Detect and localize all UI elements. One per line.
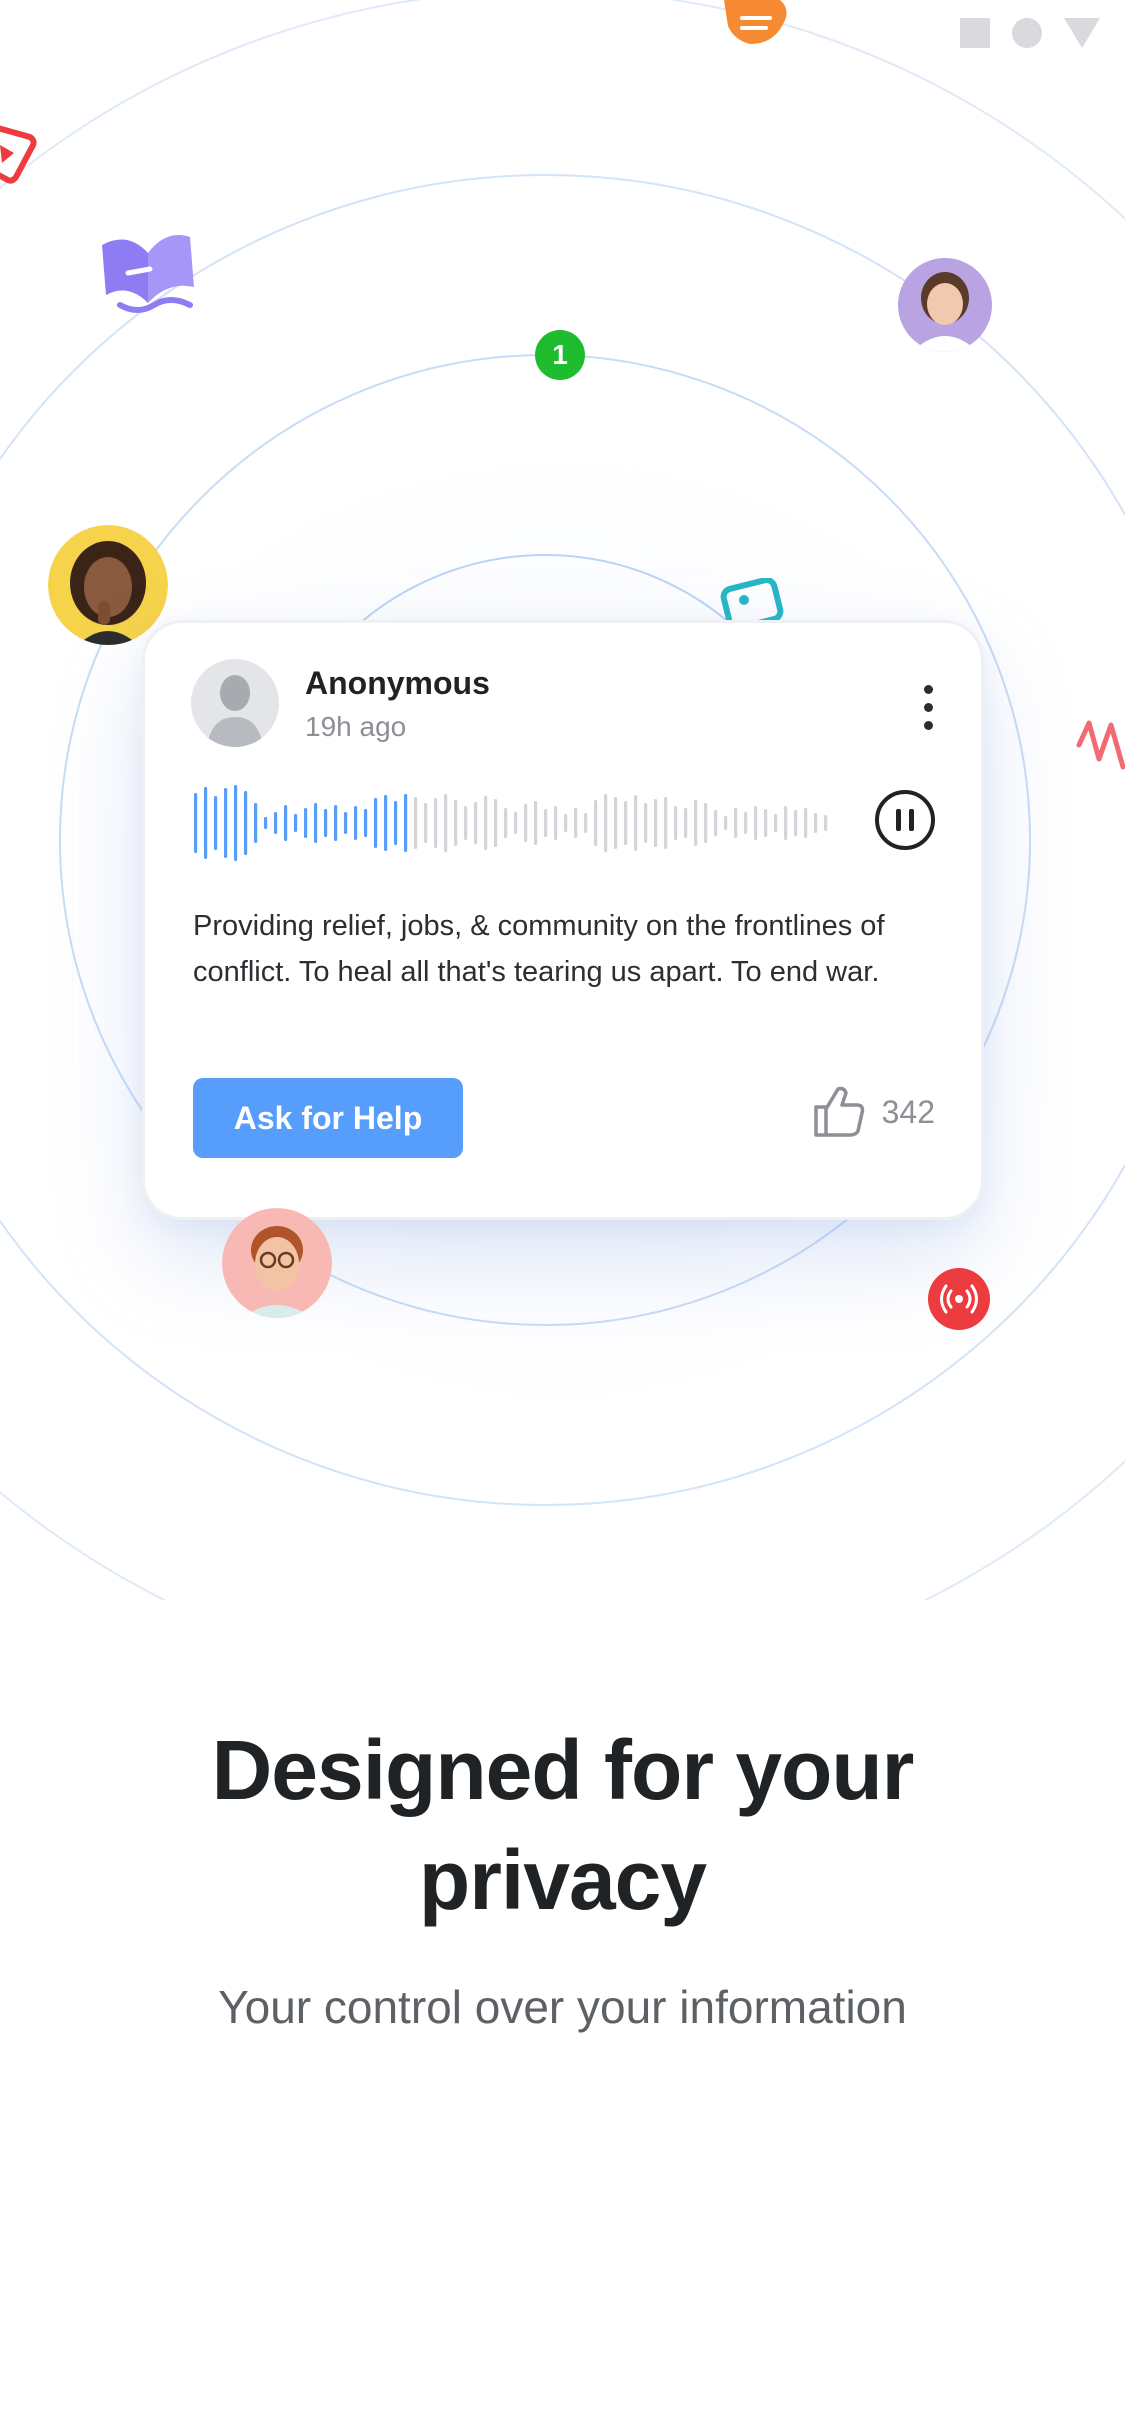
waveform-bar <box>344 812 348 834</box>
waveform-bar <box>264 817 268 829</box>
waveform-bar <box>734 808 738 838</box>
video-play-icon <box>0 125 37 184</box>
waveform-bar <box>754 806 758 840</box>
waveform-bar <box>684 808 688 838</box>
pause-button[interactable] <box>875 790 935 850</box>
waveform-bar <box>374 798 378 848</box>
avatar-woman-purple <box>898 258 992 352</box>
waveform-bar <box>584 813 588 833</box>
waveform-bar <box>324 809 328 837</box>
waveform-bar <box>534 801 538 845</box>
waveform-bar <box>614 797 618 849</box>
waveform-bar <box>224 788 228 858</box>
waveform-bar <box>314 803 318 843</box>
title-line-1: Designed for your <box>211 1723 915 1817</box>
waveform-bar <box>234 785 238 861</box>
waveform-bar <box>604 794 608 852</box>
waveform-bar <box>714 810 718 836</box>
more-options-icon[interactable] <box>924 685 933 730</box>
waveform-bar <box>544 809 548 837</box>
waveform-bar <box>744 812 748 834</box>
waveform-bar <box>244 791 248 855</box>
waveform-bar <box>594 800 598 846</box>
waveform-bar <box>774 814 778 832</box>
onboarding-title: Designed for your privacy <box>0 1715 1125 1935</box>
waveform-bar <box>634 795 638 851</box>
notification-count-badge: 1 <box>535 330 585 380</box>
waveform-bar <box>254 803 258 843</box>
anonymous-avatar <box>191 659 279 747</box>
pause-bar-left <box>896 809 901 831</box>
photo-icon <box>720 578 784 622</box>
scribble-icon <box>1076 720 1125 770</box>
ask-for-help-button[interactable]: Ask for Help <box>193 1078 463 1158</box>
waveform-bar <box>574 808 578 838</box>
waveform-bar <box>434 798 438 848</box>
thumbs-up-hand-icon <box>724 0 787 44</box>
post-timestamp: 19h ago <box>305 711 407 742</box>
waveform-bar <box>524 804 528 842</box>
waveform-bar <box>334 805 338 841</box>
waveform-bar <box>664 797 668 849</box>
waveform-bar <box>624 801 628 845</box>
waveform-bar <box>724 816 728 830</box>
waveform-bar <box>454 800 458 846</box>
waveform-bar <box>814 813 818 833</box>
post-body: Providing relief, jobs, & community on t… <box>193 910 885 988</box>
system-status-icons <box>960 18 1100 48</box>
waveform-bar <box>294 814 298 832</box>
waveform-bar <box>644 803 648 843</box>
waveform-bar <box>464 806 468 840</box>
waveform-bar <box>394 801 398 845</box>
waveform-bar <box>354 806 358 840</box>
waveform-bar <box>784 806 788 840</box>
waveform-bar <box>804 808 808 838</box>
waveform-bar <box>504 808 508 838</box>
square-icon <box>960 18 990 48</box>
waveform-bar <box>274 812 278 834</box>
waveform-bar <box>194 793 198 853</box>
post-author: Anonymous <box>305 665 490 701</box>
waveform-bar <box>674 806 678 840</box>
waveform-bar <box>654 799 658 847</box>
like-count: 342 <box>881 1093 935 1130</box>
avatar-woman-thinking <box>48 525 168 645</box>
waveform-bar <box>384 795 388 851</box>
waveform-bar <box>284 805 288 841</box>
waveform-bar <box>824 815 828 831</box>
waveform-bar <box>214 796 218 850</box>
waveform-bar <box>204 787 208 859</box>
like-control[interactable]: 342 <box>812 1085 935 1139</box>
waveform-bar <box>304 808 308 838</box>
thumbs-up-icon[interactable] <box>812 1085 866 1139</box>
waveform-bar <box>474 802 478 844</box>
waveform-bar <box>424 803 428 843</box>
waveform-bar <box>364 809 368 837</box>
waveform-bar <box>704 803 708 843</box>
avatar-man-glasses <box>222 1208 332 1318</box>
title-line-2: privacy <box>418 1833 707 1927</box>
pause-bar-right <box>909 809 914 831</box>
waveform-bar <box>514 812 518 834</box>
waveform-bar <box>554 806 558 840</box>
waveform-bar <box>794 810 798 836</box>
waveform-bar <box>414 797 418 849</box>
circle-icon <box>1012 18 1042 48</box>
waveform-bar <box>404 794 408 852</box>
broadcast-icon <box>928 1268 990 1330</box>
waveform-bar <box>564 814 568 832</box>
waveform-bar <box>494 799 498 847</box>
post-card[interactable]: Anonymous 19h ago Providing relief, jobs… <box>142 620 984 1220</box>
triangle-icon <box>1064 18 1100 48</box>
waveform-bar <box>764 809 768 837</box>
waveform-bar <box>484 796 488 850</box>
waveform-bar <box>444 794 448 852</box>
book-icon <box>102 235 194 313</box>
waveform-bar <box>694 800 698 846</box>
audio-waveform[interactable] <box>193 783 833 863</box>
onboarding-subtitle: Your control over your information <box>218 1981 907 2033</box>
